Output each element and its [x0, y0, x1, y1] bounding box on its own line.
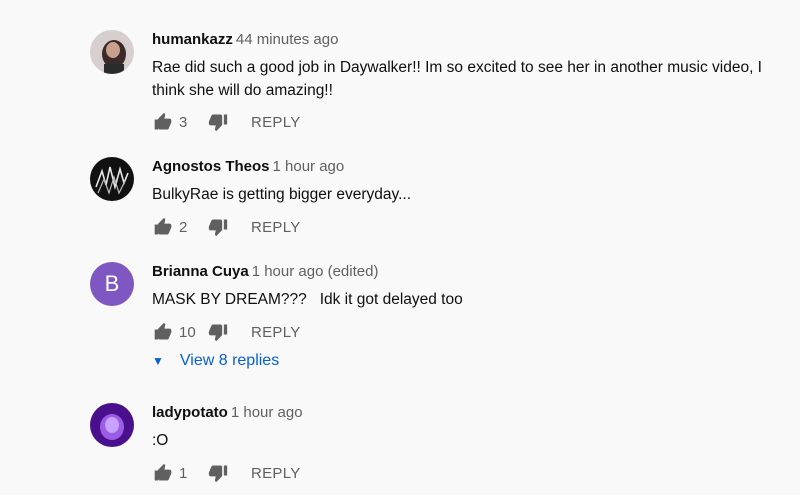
comment-header: humankazz 44 minutes ago [152, 30, 790, 50]
comment-time[interactable]: 1 hour ago (edited) [252, 263, 379, 280]
comment-body: humankazz 44 minutes ago Rae did such a g… [152, 30, 790, 102]
comment-body: Brianna Cuya 1 hour ago (edited) MASK BY … [152, 262, 790, 369]
comment-text: Rae did such a good job in Daywalker!! I… [152, 59, 762, 99]
comment-body: Agnostos Theos 1 hour ago BulkyRae is get… [152, 157, 790, 206]
like-icon[interactable] [152, 111, 174, 133]
comment-text: BulkyRae is getting bigger everyday... [152, 186, 412, 203]
like-count: 2 [179, 218, 188, 236]
comment-time[interactable]: 44 minutes ago [236, 31, 339, 48]
comment-time[interactable]: 1 hour ago [273, 158, 345, 175]
reply-button[interactable]: REPLY [251, 114, 301, 131]
view-replies-button[interactable]: ▼ View 8 replies [152, 352, 279, 370]
avatar[interactable] [90, 403, 134, 447]
comment-author[interactable]: humankazz [152, 31, 233, 48]
comment-text: MASK BY DREAM??? Idk it got delayed too [152, 291, 463, 308]
view-replies-label: View 8 replies [179, 352, 280, 369]
avatar[interactable] [90, 30, 134, 74]
dislike-icon[interactable] [207, 216, 229, 238]
reply-button[interactable]: REPLY [251, 465, 301, 482]
comment-author[interactable]: Agnostos Theos [152, 158, 270, 175]
comment-actions: 10 REPLY [152, 320, 301, 344]
comment-actions: 1 REPLY [152, 461, 301, 485]
caret-down-icon: ▼ [152, 354, 164, 368]
reply-button[interactable]: REPLY [251, 324, 301, 341]
comment-header: ladypotato 1 hour ago [152, 403, 790, 423]
comment-header: Brianna Cuya 1 hour ago (edited) [152, 262, 790, 282]
comment-text: :O [152, 432, 169, 449]
dislike-icon[interactable] [207, 321, 229, 343]
like-count: 3 [179, 113, 188, 131]
dislike-icon[interactable] [207, 111, 229, 133]
avatar[interactable]: B [90, 262, 134, 306]
comment-author[interactable]: ladypotato [152, 404, 228, 421]
avatar[interactable] [90, 157, 134, 201]
comment-time[interactable]: 1 hour ago [231, 404, 303, 421]
like-icon[interactable] [152, 321, 174, 343]
comment-header: Agnostos Theos 1 hour ago [152, 157, 790, 177]
comment-actions: 2 REPLY [152, 215, 301, 239]
like-icon[interactable] [152, 462, 174, 484]
like-icon[interactable] [152, 216, 174, 238]
like-count: 10 [179, 323, 196, 341]
reply-button[interactable]: REPLY [251, 219, 301, 236]
comment-actions: 3 REPLY [152, 110, 301, 134]
comment-body: ladypotato 1 hour ago :O 1 REPLY [152, 403, 790, 452]
comment-author[interactable]: Brianna Cuya [152, 263, 249, 280]
like-count: 1 [179, 464, 188, 482]
dislike-icon[interactable] [207, 462, 229, 484]
